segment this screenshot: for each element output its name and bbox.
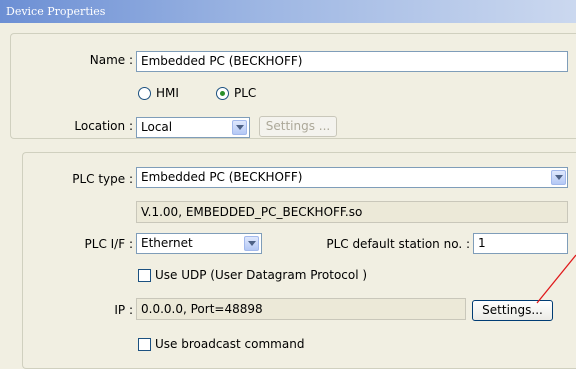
annotation-line bbox=[536, 254, 576, 304]
annotation-arrow bbox=[536, 254, 576, 304]
